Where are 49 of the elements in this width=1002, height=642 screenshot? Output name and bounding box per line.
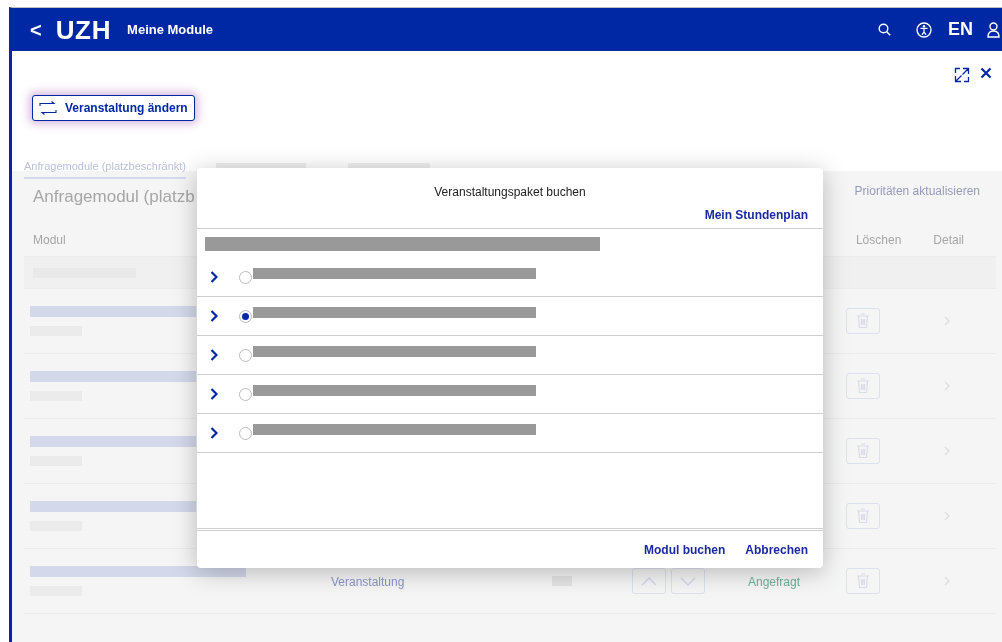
type-cell: Veranstaltung bbox=[331, 575, 405, 589]
placeholder-bar bbox=[552, 576, 572, 586]
back-button[interactable]: < bbox=[30, 19, 42, 40]
column-header: Löschen bbox=[855, 231, 902, 249]
close-icon[interactable] bbox=[980, 67, 992, 79]
chevron-up-icon bbox=[641, 576, 657, 586]
chevron-right-icon bbox=[210, 427, 218, 439]
column-header: Detail bbox=[933, 231, 964, 249]
logo: UZH bbox=[55, 16, 112, 43]
dialog-title: Veranstaltungspaket buchen bbox=[434, 184, 586, 201]
dialog-button[interactable]: Modul buchen bbox=[644, 540, 726, 559]
expand-icon[interactable] bbox=[954, 67, 970, 83]
search-icon[interactable] bbox=[878, 23, 891, 36]
chevron-right-icon[interactable] bbox=[944, 511, 950, 521]
delete-button[interactable] bbox=[846, 373, 880, 399]
chevron-down-icon bbox=[680, 576, 696, 586]
chevron-right-icon[interactable] bbox=[944, 446, 950, 456]
chevron-right-icon bbox=[210, 271, 218, 283]
expand-button[interactable] bbox=[210, 426, 220, 440]
delete-button[interactable] bbox=[846, 308, 880, 334]
trash-icon bbox=[856, 443, 870, 459]
column-header: Modul bbox=[33, 231, 66, 249]
chevron-right-icon bbox=[210, 388, 218, 400]
swap-icon bbox=[39, 101, 57, 115]
change-event-button[interactable]: Veranstaltung ändern bbox=[32, 95, 195, 121]
delete-button[interactable] bbox=[846, 568, 880, 594]
chevron-right-icon bbox=[210, 349, 218, 361]
user-icon[interactable] bbox=[987, 21, 1000, 38]
status-cell: Angefragt bbox=[748, 575, 801, 589]
delete-button[interactable] bbox=[846, 438, 880, 464]
section-heading: Anfragemodul (platzb bbox=[33, 186, 195, 209]
expand-button[interactable] bbox=[210, 387, 220, 401]
timetable-link[interactable]: Mein Stundenplan bbox=[704, 206, 808, 224]
dialog-button[interactable]: Abbrechen bbox=[745, 540, 808, 559]
trash-icon bbox=[856, 378, 870, 394]
delete-button[interactable] bbox=[846, 503, 880, 529]
chevron-right-icon[interactable] bbox=[944, 381, 950, 391]
expand-button[interactable] bbox=[210, 270, 220, 284]
page-title: Meine Module bbox=[127, 20, 214, 39]
trash-icon bbox=[856, 313, 870, 329]
expand-button[interactable] bbox=[210, 309, 220, 323]
language-button[interactable]: EN bbox=[948, 16, 973, 43]
chevron-right-icon bbox=[210, 310, 218, 322]
chevron-right-icon[interactable] bbox=[944, 576, 950, 586]
trash-icon bbox=[856, 508, 870, 524]
chevron-right-icon[interactable] bbox=[944, 316, 950, 326]
trash-icon bbox=[856, 573, 870, 589]
accessibility-icon[interactable] bbox=[916, 21, 932, 38]
expand-button[interactable] bbox=[210, 348, 220, 362]
